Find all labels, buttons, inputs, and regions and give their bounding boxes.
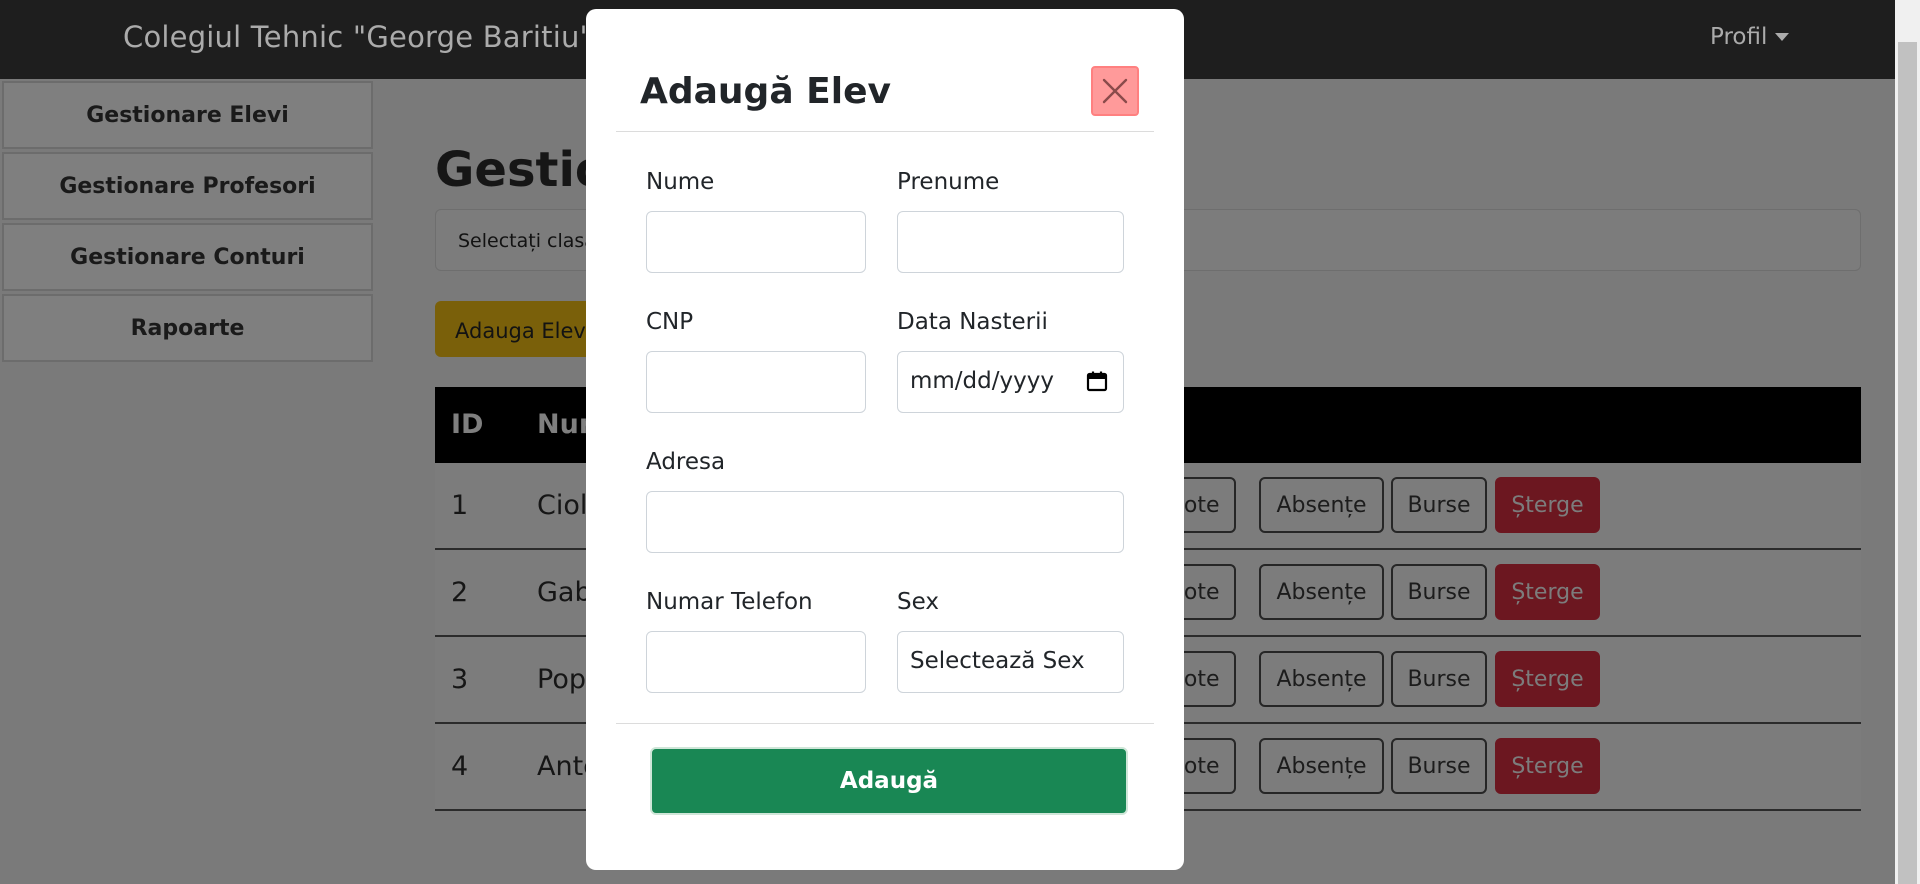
cnp-label: CNP [646, 309, 694, 335]
profile-label: Profil [1710, 24, 1768, 50]
absente-button[interactable]: Absențe [1259, 477, 1384, 533]
sterge-button[interactable]: Șterge [1495, 564, 1600, 620]
caret-down-icon [1775, 33, 1790, 41]
prenume-label: Prenume [897, 169, 1000, 195]
add-student-button[interactable]: Adauga Elev [435, 301, 605, 357]
calendar-icon[interactable] [1085, 369, 1109, 393]
absente-button[interactable]: Absențe [1259, 564, 1384, 620]
close-button[interactable] [1091, 66, 1139, 116]
nume-label: Nume [646, 169, 715, 195]
adresa-input[interactable] [646, 491, 1124, 553]
modal-title: Adaugă Elev [640, 71, 891, 112]
cell-name: Ciol [537, 490, 588, 521]
cnp-input[interactable] [646, 351, 866, 413]
data-nasterii-label: Data Nasterii [897, 309, 1048, 335]
brand-title[interactable]: Colegiul Tehnic "George Baritiu" [123, 20, 593, 54]
sidebar-item-gestionare-profesori[interactable]: Gestionare Profesori [2, 152, 373, 220]
sex-select-value: Selectează Sex [910, 648, 1085, 674]
sex-select[interactable]: Selectează Sex [897, 631, 1124, 693]
numar-telefon-input[interactable] [646, 631, 866, 693]
numar-telefon-label: Numar Telefon [646, 589, 813, 615]
close-icon [1102, 78, 1128, 104]
sidebar-item-rapoarte[interactable]: Rapoarte [2, 294, 373, 362]
cell-id: 1 [451, 490, 469, 521]
sterge-button[interactable]: Șterge [1495, 477, 1600, 533]
burse-button[interactable]: Burse [1391, 651, 1487, 707]
burse-button[interactable]: Burse [1391, 477, 1487, 533]
submit-button[interactable]: Adaugă [650, 747, 1128, 815]
sidebar-item-label: Rapoarte [130, 315, 245, 341]
sidebar: Gestionare Elevi Gestionare Profesori Ge… [0, 79, 375, 884]
scrollbar-thumb[interactable] [1898, 42, 1917, 884]
cell-id: 4 [451, 751, 469, 782]
page-scrollbar[interactable] [1895, 0, 1920, 884]
cell-name: Pop [537, 664, 586, 695]
data-nasterii-input[interactable]: mm/dd/yyyy [897, 351, 1124, 413]
absente-button[interactable]: Absențe [1259, 738, 1384, 794]
sterge-button[interactable]: Șterge [1495, 738, 1600, 794]
adresa-label: Adresa [646, 449, 726, 475]
modal-header-divider [616, 131, 1154, 132]
sterge-button[interactable]: Șterge [1495, 651, 1600, 707]
profile-dropdown[interactable]: Profil [1710, 24, 1790, 50]
class-select-placeholder: Selectați clasa [458, 230, 596, 252]
sidebar-item-gestionare-conturi[interactable]: Gestionare Conturi [2, 223, 373, 291]
sidebar-item-label: Gestionare Conturi [70, 244, 305, 270]
nume-input[interactable] [646, 211, 866, 273]
sidebar-item-label: Gestionare Profesori [59, 173, 316, 199]
cell-id: 2 [451, 577, 469, 608]
data-nasterii-value: mm/dd/yyyy [910, 368, 1054, 394]
prenume-input[interactable] [897, 211, 1124, 273]
sex-label: Sex [897, 589, 939, 615]
burse-button[interactable]: Burse [1391, 564, 1487, 620]
burse-button[interactable]: Burse [1391, 738, 1487, 794]
cell-id: 3 [451, 664, 469, 695]
column-header-name: Nur [537, 409, 593, 440]
cell-name: Gab [537, 577, 592, 608]
modal-footer-divider [616, 723, 1154, 724]
absente-button[interactable]: Absențe [1259, 651, 1384, 707]
add-student-modal: Adaugă Elev Nume Prenume CNP Data Naster… [586, 9, 1184, 870]
sidebar-item-gestionare-elevi[interactable]: Gestionare Elevi [2, 81, 373, 149]
column-header-id: ID [451, 409, 484, 440]
sidebar-item-label: Gestionare Elevi [86, 102, 289, 128]
